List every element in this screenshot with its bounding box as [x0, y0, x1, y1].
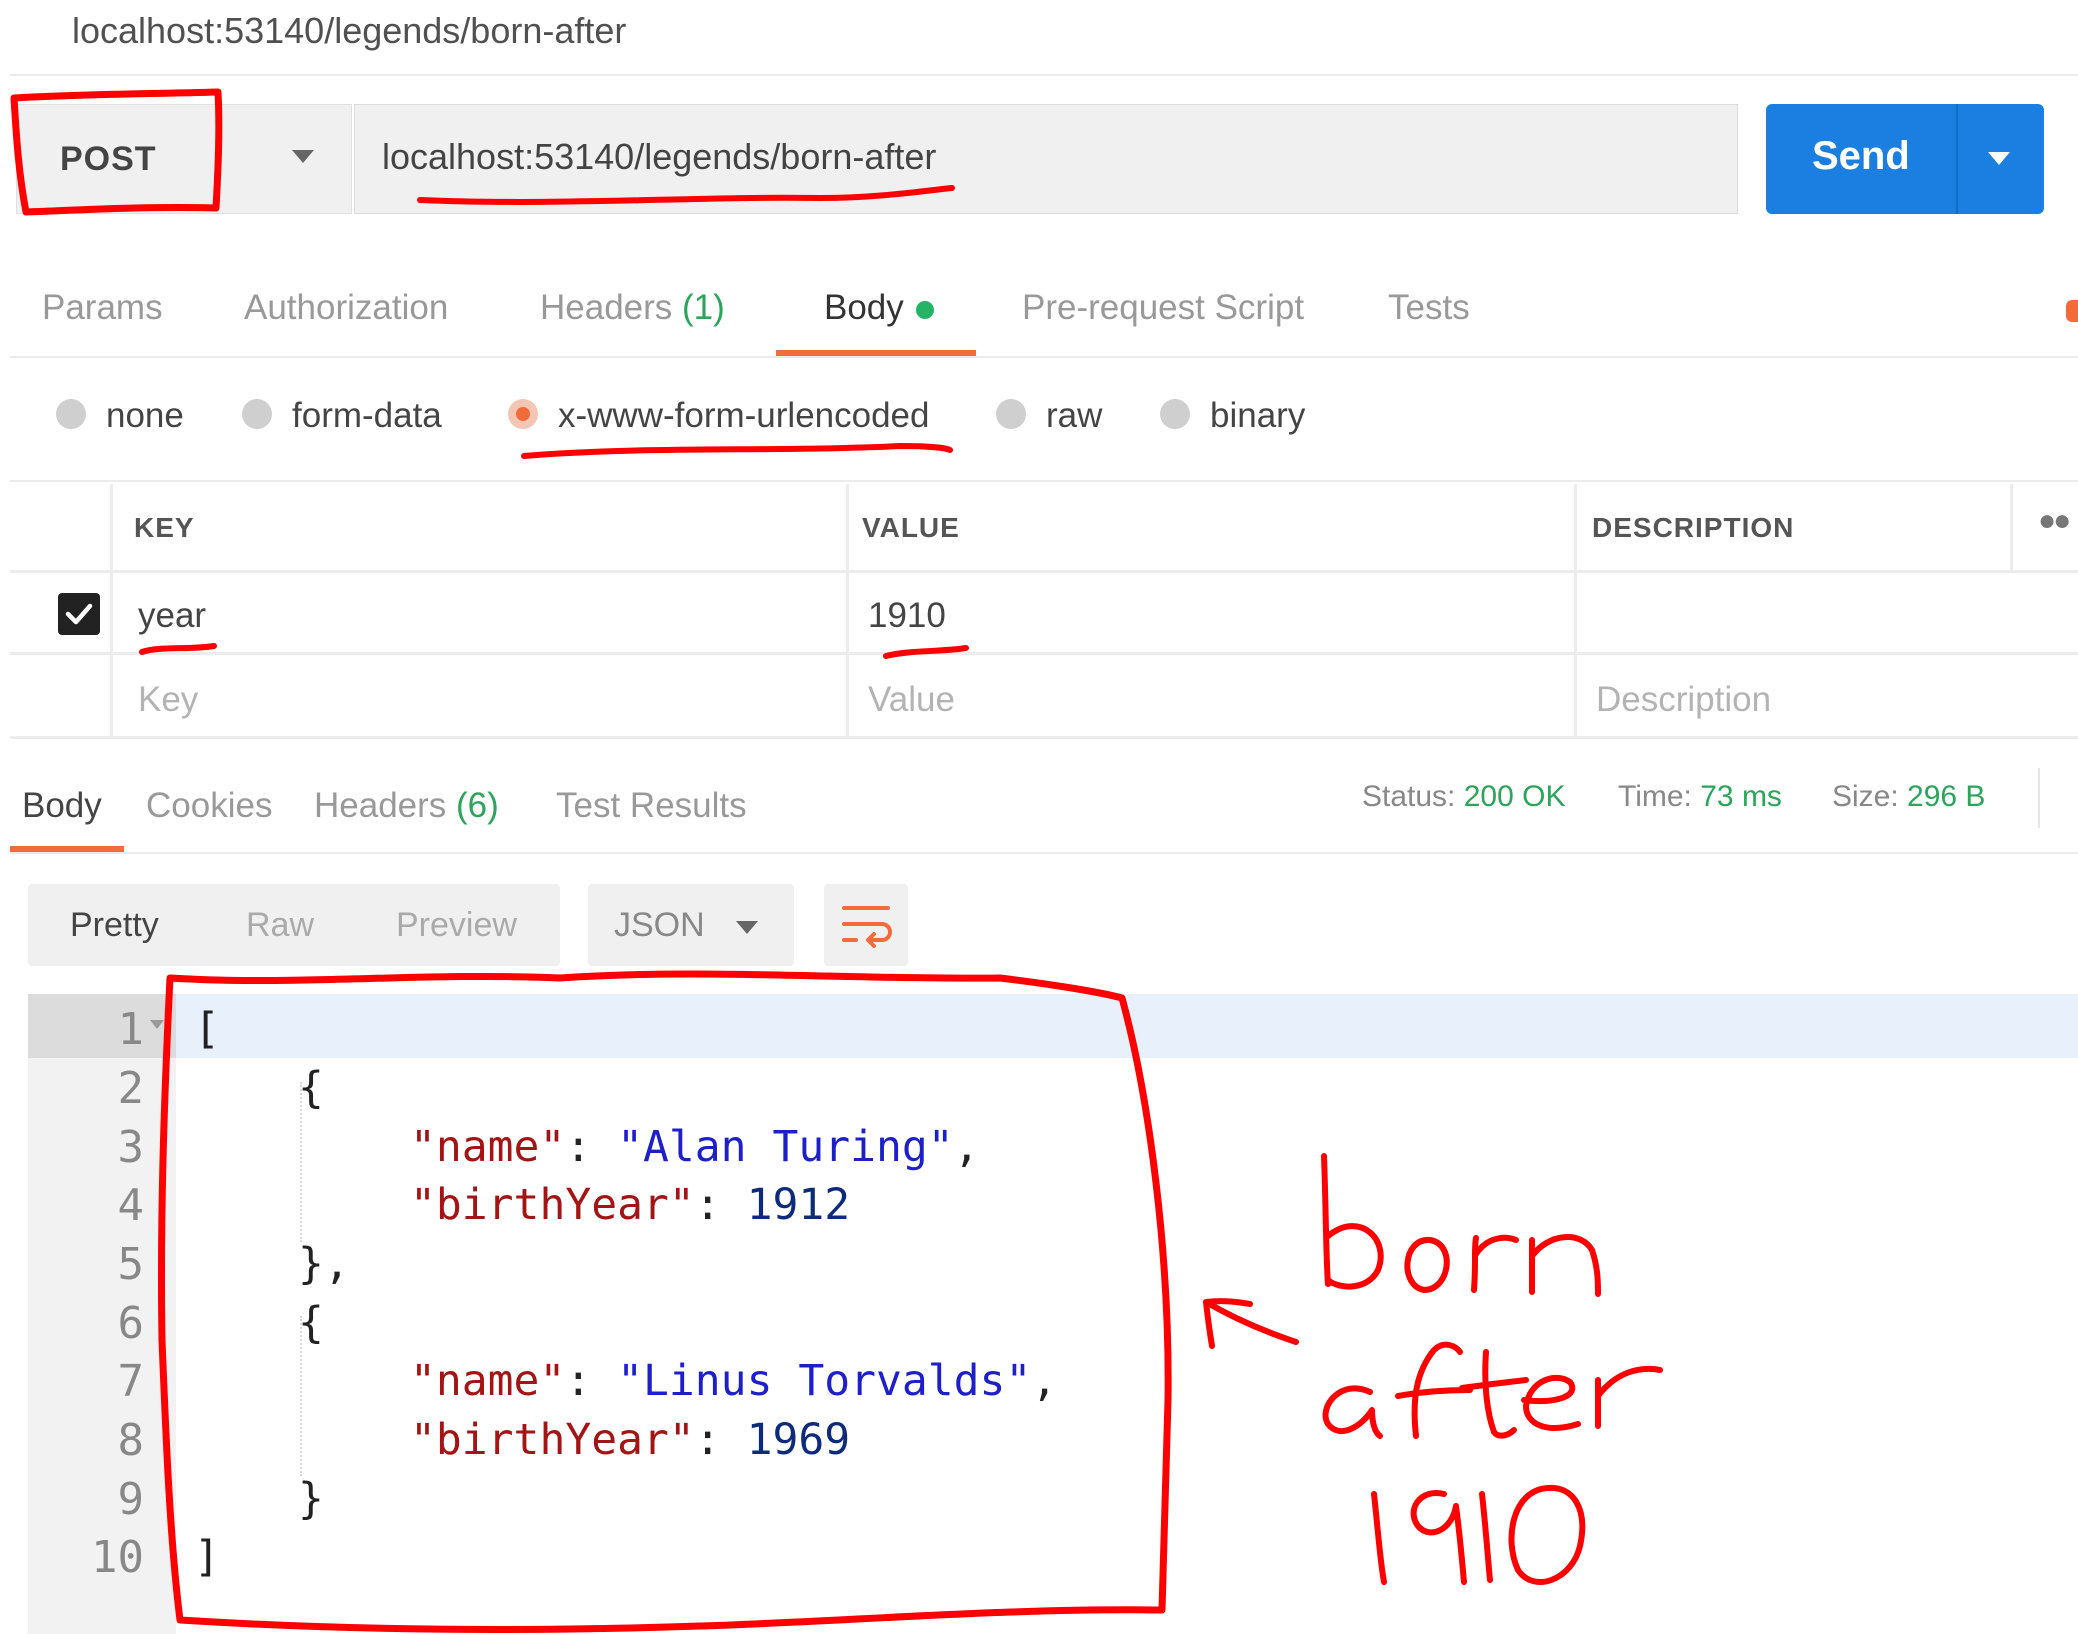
annotation-underline-key	[139, 643, 217, 655]
annotation-underline-url	[417, 185, 955, 205]
annotation-number-1910	[1371, 1484, 1586, 1585]
annotation-underline-encoding	[521, 443, 953, 459]
annotation-underline-value	[883, 645, 969, 659]
handwritten-annotations	[10, 88, 1663, 1633]
annotation-box-method	[10, 88, 223, 216]
annotation-arrow-icon	[1203, 1298, 1299, 1349]
annotation-word-born	[1321, 1153, 1601, 1297]
annotation-box-response	[157, 970, 1172, 1633]
annotation-word-after	[1322, 1341, 1663, 1439]
